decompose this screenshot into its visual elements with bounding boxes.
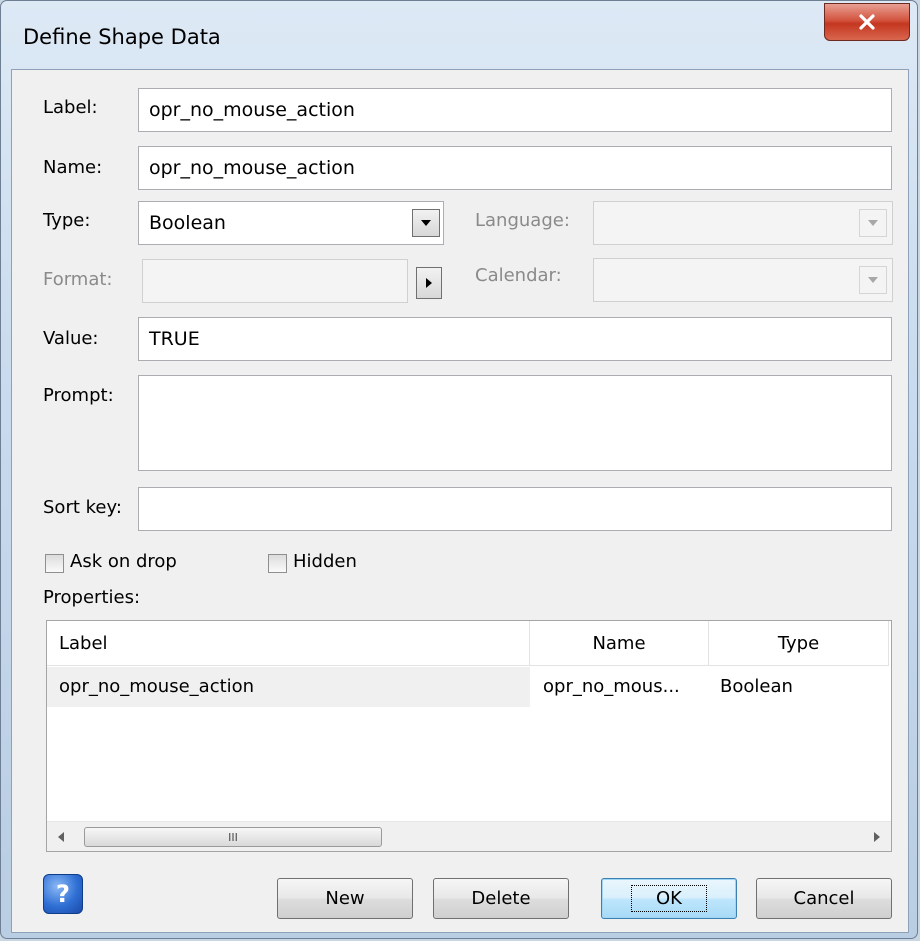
properties-table[interactable]: Label Name Type opr_no_mouse_action opr_… [46,620,892,852]
language-select[interactable] [593,201,893,245]
value-input[interactable]: TRUE [138,317,892,361]
hidden-checkbox[interactable] [268,554,287,573]
properties-heading: Properties: [43,587,141,608]
chevron-down-icon [421,220,431,226]
format-picker-button[interactable] [416,267,442,299]
prompt-field-label: Prompt: [43,385,114,406]
label-field-label: Label: [43,97,98,118]
format-field-label: Format: [43,269,113,290]
calendar-select[interactable] [593,258,893,302]
scroll-left-arrow-icon[interactable] [57,831,65,843]
close-icon [859,14,875,30]
horizontal-scrollbar[interactable]: III [47,821,891,851]
dialog-window: Define Shape Data Label: opr_no_mouse_ac… [0,0,918,939]
scroll-right-arrow-icon[interactable] [873,831,881,843]
help-button[interactable]: ? [43,874,83,914]
language-dropdown-button[interactable] [859,209,887,237]
hidden-label: Hidden [293,551,357,572]
row-cell-name: opr_no_mous... [543,676,680,697]
cancel-button[interactable]: Cancel [756,878,892,919]
value-field-label: Value: [43,328,99,349]
type-field-label: Type: [43,210,91,231]
prompt-textarea[interactable] [138,375,892,471]
column-header-label[interactable]: Label [47,621,530,666]
ask-on-drop-label: Ask on drop [70,551,177,572]
close-button[interactable] [824,3,910,41]
column-header-type[interactable]: Type [709,621,889,666]
row-cell-label: opr_no_mouse_action [59,676,255,697]
format-input[interactable] [142,259,408,303]
new-button[interactable]: New [277,878,413,919]
ok-button-label: OK [631,885,707,912]
dialog-client-area: Label: opr_no_mouse_action Name: opr_no_… [11,69,909,933]
triangle-right-icon [426,278,432,288]
chevron-down-icon [868,220,878,226]
help-icon: ? [56,880,70,908]
column-header-name[interactable]: Name [530,621,709,666]
row-cell-type: Boolean [720,676,793,697]
ask-on-drop-checkbox[interactable] [45,554,64,573]
window-title: Define Shape Data [23,25,221,49]
calendar-field-label: Calendar: [475,265,562,286]
scrollbar-thumb[interactable]: III [84,827,382,847]
scrollbar-grip: III [228,830,238,844]
type-dropdown-button[interactable] [412,209,440,237]
delete-button[interactable]: Delete [433,878,569,919]
ok-button[interactable]: OK [601,878,737,919]
type-select[interactable]: Boolean [138,201,444,245]
name-field-label: Name: [43,157,103,178]
calendar-dropdown-button[interactable] [859,266,887,294]
table-row[interactable]: opr_no_mouse_action opr_no_mous... Boole… [47,667,891,707]
sort-key-field-label: Sort key: [43,497,122,518]
label-input[interactable]: opr_no_mouse_action [138,88,892,132]
name-input[interactable]: opr_no_mouse_action [138,146,892,190]
chevron-down-icon [868,277,878,283]
sort-key-input[interactable] [138,487,892,531]
language-field-label: Language: [475,210,570,231]
